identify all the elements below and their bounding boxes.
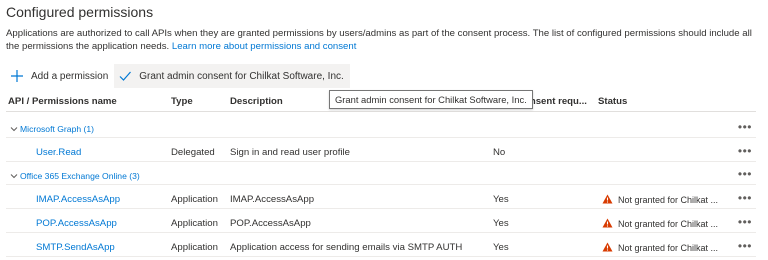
add-permission-button[interactable]: Add a permission (6, 64, 114, 88)
more-icon[interactable]: ••• (738, 215, 752, 229)
status-cell: Not granted for Chilkat ... (602, 194, 718, 206)
table-row: User.Read Delegated Sign in and read use… (6, 142, 756, 162)
more-icon[interactable]: ••• (738, 167, 752, 181)
grant-admin-consent-button[interactable]: Grant admin consent for Chilkat Software… (114, 64, 350, 88)
more-icon[interactable]: ••• (738, 144, 752, 158)
table-row: SMTP.SendAsApp Application Application a… (6, 237, 756, 257)
permission-name-link[interactable]: SMTP.SendAsApp (36, 242, 115, 253)
column-header-admin-consent[interactable]: onsent requ... (524, 96, 587, 107)
permission-description: POP.AccessAsApp (230, 218, 311, 229)
permission-type: Application (171, 218, 218, 229)
column-header-name[interactable]: API / Permissions name (8, 96, 117, 107)
column-header-description[interactable]: Description (230, 96, 283, 107)
toolbar: Add a permission Grant admin consent for… (6, 64, 350, 88)
warning-icon (602, 218, 613, 228)
grant-consent-tooltip: Grant admin consent for Chilkat Software… (329, 90, 533, 109)
more-icon[interactable]: ••• (738, 120, 752, 134)
warning-icon (602, 242, 613, 252)
group-row-office-365-exchange-online[interactable]: Office 365 Exchange Online (3) ••• (6, 165, 756, 185)
table-row: POP.AccessAsApp Application POP.AccessAs… (6, 213, 756, 233)
admin-consent-required: No (493, 147, 506, 158)
permission-description: IMAP.AccessAsApp (230, 194, 315, 205)
permission-type: Delegated (171, 147, 215, 158)
group-label: Office 365 Exchange Online (3) (20, 171, 140, 181)
admin-consent-required: Yes (493, 218, 509, 229)
group-row-microsoft-graph[interactable]: Microsoft Graph (1) ••• (6, 118, 756, 138)
page-title: Configured permissions (6, 4, 154, 20)
status-text: Not granted for Chilkat ... (618, 195, 719, 205)
permission-description: Sign in and read user profile (230, 147, 350, 158)
status-text: Not granted for Chilkat ... (618, 243, 719, 253)
warning-icon (602, 194, 613, 204)
chevron-down-icon (10, 174, 18, 179)
permission-name-link[interactable]: POP.AccessAsApp (36, 218, 117, 229)
group-toggle[interactable]: Office 365 Exchange Online (3) (10, 171, 140, 181)
permission-type: Application (171, 242, 218, 253)
admin-consent-required: Yes (493, 194, 509, 205)
group-label: Microsoft Graph (1) (20, 124, 95, 134)
more-icon[interactable]: ••• (738, 191, 752, 205)
description-text: Applications are authorized to call APIs… (6, 28, 752, 52)
more-icon[interactable]: ••• (738, 239, 752, 253)
status-text: Not granted for Chilkat ... (618, 219, 719, 229)
admin-consent-required: Yes (493, 242, 509, 253)
column-header-type[interactable]: Type (171, 96, 193, 107)
permission-description: Application access for sending emails vi… (230, 242, 463, 253)
page-description: Applications are authorized to call APIs… (6, 27, 758, 53)
permission-name-link[interactable]: User.Read (36, 147, 81, 158)
checkmark-icon (118, 69, 132, 83)
add-permission-label: Add a permission (31, 70, 109, 82)
table-row: IMAP.AccessAsApp Application IMAP.Access… (6, 189, 756, 209)
status-cell: Not granted for Chilkat ... (602, 242, 718, 254)
permission-name-link[interactable]: IMAP.AccessAsApp (36, 194, 120, 205)
learn-more-link[interactable]: Learn more about permissions and consent (172, 41, 357, 52)
grant-admin-consent-label: Grant admin consent for Chilkat Software… (139, 70, 344, 82)
plus-icon (10, 69, 24, 83)
chevron-down-icon (10, 127, 18, 132)
permission-type: Application (171, 194, 218, 205)
status-cell: Not granted for Chilkat ... (602, 218, 718, 230)
column-header-status[interactable]: Status (598, 96, 627, 107)
group-toggle[interactable]: Microsoft Graph (1) (10, 124, 94, 134)
